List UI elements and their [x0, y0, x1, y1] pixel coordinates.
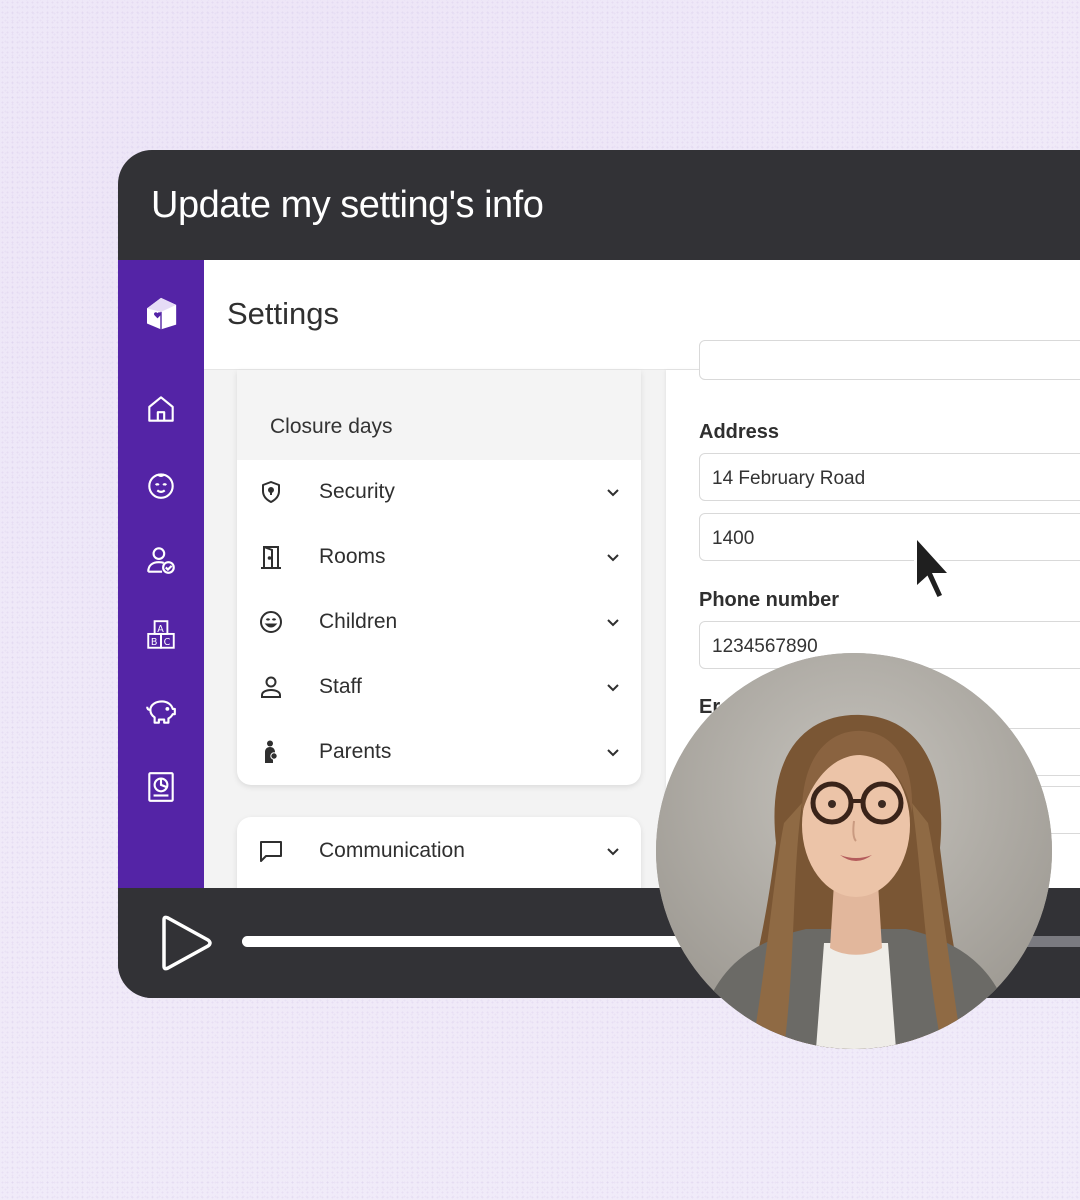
chevron-down-icon[interactable]	[605, 744, 621, 760]
person-icon	[257, 673, 285, 701]
play-icon[interactable]	[156, 912, 214, 974]
chevron-down-icon[interactable]	[605, 549, 621, 565]
nav-item-children[interactable]: Children	[237, 590, 641, 654]
nav-item-label: Children	[319, 610, 398, 633]
svg-text:A: A	[157, 624, 164, 635]
svg-text:B: B	[151, 637, 158, 648]
side-rail: A B C	[118, 260, 204, 888]
nav-item-label: Staff	[319, 675, 362, 698]
mouse-cursor-icon	[914, 534, 954, 602]
piggy-bank-icon[interactable]	[140, 690, 182, 732]
address-line2-field[interactable]: 1400	[699, 513, 1080, 561]
chevron-down-icon[interactable]	[605, 679, 621, 695]
nav-item-label: Security	[319, 480, 395, 503]
nav-submenu: Closure days	[237, 370, 641, 460]
parent-child-icon	[257, 738, 285, 766]
address-label: Address	[699, 421, 780, 443]
svg-text:C: C	[164, 637, 171, 648]
page-title: Settings	[227, 296, 340, 331]
nav-section-communication: Communication	[237, 817, 641, 888]
baby-face-icon[interactable]	[140, 464, 182, 506]
abc-blocks-icon[interactable]: A B C	[140, 614, 182, 656]
chevron-down-icon[interactable]	[605, 614, 621, 630]
chevron-down-icon[interactable]	[605, 484, 621, 500]
shield-icon	[257, 478, 285, 506]
chevron-down-icon[interactable]	[605, 843, 621, 859]
home-icon[interactable]	[140, 388, 182, 430]
door-icon	[257, 543, 285, 571]
nav-item-rooms[interactable]: Rooms	[237, 525, 641, 589]
nav-item-parents[interactable]: Parents	[237, 720, 641, 784]
previous-field[interactable]	[699, 340, 1080, 380]
presenter-webcam	[656, 653, 1052, 1049]
smiley-icon	[257, 608, 285, 636]
nav-item-label: Rooms	[319, 545, 386, 568]
settings-nav: Closure days Security Rooms Children Sta…	[237, 370, 641, 785]
nursery-logo-icon[interactable]	[140, 292, 182, 334]
reports-icon[interactable]	[140, 766, 182, 808]
nav-item-label: Parents	[319, 740, 392, 763]
phone-label: Phone number	[699, 589, 840, 611]
nav-item-security[interactable]: Security	[237, 460, 641, 524]
chat-icon	[257, 837, 285, 865]
staff-check-icon[interactable]	[140, 539, 182, 581]
nav-item-label: Communication	[319, 839, 465, 862]
video-title: Update my setting's info	[151, 184, 544, 226]
submenu-item-closure-days[interactable]: Closure days	[270, 415, 393, 439]
nav-item-communication[interactable]: Communication	[237, 819, 641, 883]
nav-item-staff[interactable]: Staff	[237, 655, 641, 719]
address-line1-field[interactable]: 14 February Road	[699, 453, 1080, 501]
